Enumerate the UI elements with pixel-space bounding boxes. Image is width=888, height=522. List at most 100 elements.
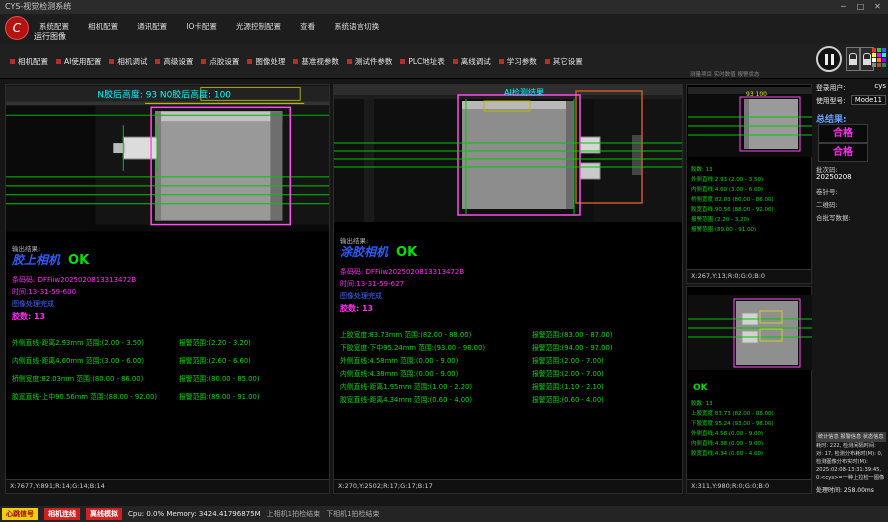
- batch-value: 20250208: [816, 173, 852, 181]
- alarm-range: 报警范围:(0.60 - 4.00): [532, 394, 680, 407]
- status-message-1: 上相机1拍检结束: [267, 509, 320, 519]
- alarm-range: 报警范围:(1.10 - 2.10): [532, 381, 680, 394]
- cpu-memory-readout: Cpu: 0.0% Memory: 3424.41796875M: [128, 510, 261, 518]
- camera-link-badge: 相机连线: [44, 508, 80, 520]
- lock-button-1[interactable]: [846, 47, 860, 71]
- tab-camera-config[interactable]: 相机配置: [6, 54, 52, 69]
- glue-count: 胶数: 13: [340, 303, 373, 314]
- result-title: 涂胶相机OK: [340, 243, 417, 260]
- window-controls: ─ □ ✕: [835, 0, 886, 14]
- tab-label: 其它设置: [553, 56, 583, 67]
- color-palette-icon[interactable]: [872, 48, 886, 67]
- tab-test-params[interactable]: 测试件参数: [343, 54, 397, 69]
- mini-line: 胶宽直线:90.56 (88.00 - 92.00): [691, 205, 809, 215]
- tab-camera-debug[interactable]: 相机调试: [105, 54, 151, 69]
- alarm-range: 报警范围:(94.00 - 97.00): [532, 342, 680, 355]
- tab-marker-icon: [155, 59, 160, 64]
- tab-marker-icon: [453, 59, 458, 64]
- tab-baseline-params[interactable]: 基准视参数: [289, 54, 343, 69]
- camera-view-left[interactable]: N胶后高度: 93 N0胶后高度: 100: [6, 85, 329, 232]
- pixel-coords-readout: X:7677,Y:891;R:14;G:14;B:14: [6, 479, 329, 493]
- measurement-text: 外侧直线-距离2.93mm 范围:(2.00 - 3.50): [12, 337, 179, 355]
- glue-count: 胶数: 13: [12, 311, 45, 322]
- tab-label: 点胶设置: [209, 56, 239, 67]
- status-message-2: 下相机1拍检结束: [326, 509, 379, 519]
- tab-label: PLC地址表: [408, 56, 444, 67]
- tab-marker-icon: [10, 59, 15, 64]
- stats-line: 对: 17, 检测分布耗时(M): 0,: [816, 450, 886, 458]
- measurement-text: 内侧直线:4.38mm 范围:(0.00 - 9.00): [340, 368, 532, 381]
- pause-icon: [825, 54, 828, 65]
- pixel-coords-readout: X:311,Y:980;R:0;G:0;B:0: [687, 479, 811, 493]
- time-line: 时间:13-31-59-627: [340, 279, 404, 289]
- menu-bar: 系统配置 相机配置 通讯配置 IO卡配置 光源控制配置 查看 系统语言切换: [0, 14, 888, 30]
- tab-label: 相机调试: [117, 56, 147, 67]
- measurement-text: 上胶宽度:83.73mm 范围:(82.00 - 88.00): [340, 329, 532, 342]
- mini-line: 内侧直线:4.38 (0.00 - 9.00): [691, 439, 809, 449]
- tab-offline-debug[interactable]: 离线调试: [449, 54, 495, 69]
- camera-view-right-a[interactable]: 93 100: [688, 87, 812, 157]
- measurement-row: 内侧直线-距离4.60mm 范围:(3.00 - 6.00)报警范围:(2.60…: [12, 355, 327, 373]
- toolbar-tabs: 相机配置 AI使用配置 相机调试 高级设置 点胶设置 图像处理 基准视参数 测试…: [6, 54, 587, 69]
- measurement-row: 内侧直线:4.38mm 范围:(0.00 - 9.00)报警范围:(2.00 -…: [340, 368, 680, 381]
- stats-header: 统计信息 报警信息 状态信息: [816, 432, 886, 442]
- alarm-range: 报警范围:(89.00 - 91.00): [179, 391, 327, 409]
- barcode-line: 条码码: DFFiiw2025020813313472B: [12, 275, 136, 285]
- tab-learn-params[interactable]: 学习参数: [495, 54, 541, 69]
- tab-image-process[interactable]: 图像处理: [243, 54, 289, 69]
- tab-marker-icon: [293, 59, 298, 64]
- stats-line: 耗时: 222, 检测间隔时间:: [816, 442, 886, 450]
- mini-result-ok: OK: [693, 383, 708, 393]
- minimize-button[interactable]: ─: [835, 0, 852, 14]
- camera-panel-right-a: 93 100 胶数: 13 外侧直线:2.93 (2.00 - 3.50) 内侧…: [686, 84, 812, 284]
- mini-line: 胶数: 13: [691, 399, 809, 409]
- tab-label: 相机配置: [18, 56, 48, 67]
- alarm-range: 报警范围:(2.20 - 3.20): [179, 337, 327, 355]
- run-image-label[interactable]: 运行图像: [34, 31, 66, 42]
- tab-marker-icon: [56, 59, 61, 64]
- app-logo-icon: C: [5, 16, 29, 40]
- mini-line: 报警范围:(2.20 - 3.20): [691, 215, 809, 225]
- time-line: 时间:13-31-59-600: [12, 287, 76, 297]
- overlay-text: N胶后高度: 93 N0胶后高度: 100: [97, 88, 231, 100]
- camera-view-right-b[interactable]: [688, 295, 812, 370]
- stats-block: 统计信息 报警信息 状态信息 耗时: 222, 检测间隔时间: 对: 17, 检…: [816, 432, 886, 494]
- menu-row-2: 运行图像: [0, 30, 888, 44]
- model-input[interactable]: Mode11: [851, 95, 886, 105]
- tab-other[interactable]: 其它设置: [541, 54, 587, 69]
- tab-plc-table[interactable]: PLC地址表: [396, 54, 448, 69]
- tab-advanced[interactable]: 高级设置: [151, 54, 197, 69]
- pixel-coords-readout: X:270,Y:2502;R:17;G:17;B:17: [334, 479, 682, 493]
- camera-panel-middle: AI检测结果 输出结果: 涂胶相机OK 条码码: DFFiiw202502081…: [333, 84, 683, 494]
- model-row: 使用型号: Mode11: [816, 95, 886, 105]
- close-button[interactable]: ✕: [869, 0, 886, 14]
- measurement-row: 胶宽直线-上中90.56mm 范围:(88.00 - 92.00)报警范围:(8…: [12, 391, 327, 409]
- right-column-caption: 测量项目 实时数值 报警状态: [690, 70, 760, 78]
- tab-marker-icon: [347, 59, 352, 64]
- measurement-row: 下胶宽度-下中95.24mm 范围:(93.00 - 98.00)报警范围:(9…: [340, 342, 680, 355]
- overlay-text: 93 100: [746, 91, 767, 98]
- result-title: 胶上相机OK: [12, 251, 89, 268]
- total-result-box-2: 合格: [818, 143, 868, 162]
- measurement-text: 桥侧宽度:82.03mm 范围:(80.00 - 86.00): [12, 373, 179, 391]
- camera-view-middle[interactable]: AI检测结果: [334, 85, 682, 222]
- tab-ai-config[interactable]: AI使用配置: [52, 54, 105, 69]
- tab-marker-icon: [400, 59, 405, 64]
- login-value: cys: [874, 82, 886, 92]
- mini-line: 内侧直线:4.60 (3.00 - 6.00): [691, 185, 809, 195]
- measurement-row: 胶宽直线-距离4.34mm 范围:(0.60 - 4.00)报警范围:(0.60…: [340, 394, 680, 407]
- tab-glue[interactable]: 点胶设置: [197, 54, 243, 69]
- status-line: 图像处理完成: [12, 299, 54, 309]
- measurement-text: 内侧直线-距离4.60mm 范围:(3.00 - 6.00): [12, 355, 179, 373]
- measurement-row: 上胶宽度:83.73mm 范围:(82.00 - 88.00)报警范围:(83.…: [340, 329, 680, 342]
- tab-label: 图像处理: [255, 56, 285, 67]
- maximize-button[interactable]: □: [852, 0, 869, 14]
- total-result-box-1: 合格: [818, 124, 868, 143]
- reel-label: 卷针号:: [816, 186, 838, 196]
- title-bar: CYS-视觉检测系统 ─ □ ✕: [0, 0, 888, 14]
- tab-marker-icon: [109, 59, 114, 64]
- pause-button[interactable]: [816, 46, 842, 72]
- measurement-text: 胶宽直线-距离4.34mm 范围:(0.60 - 4.00): [340, 394, 532, 407]
- process-time: 处理时间: 258.00ms: [816, 485, 886, 494]
- offline-sim-badge: 离线模拟: [86, 508, 122, 520]
